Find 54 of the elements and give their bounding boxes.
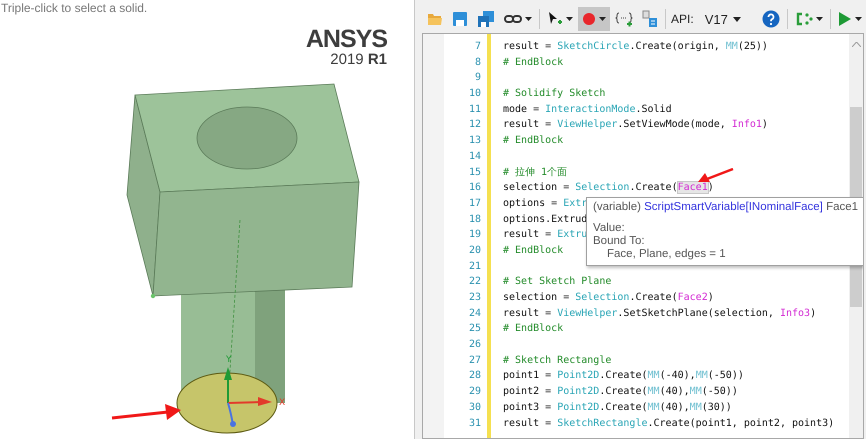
line-number: 12 (468, 118, 482, 132)
line-number: 11 (468, 102, 482, 117)
logo-version: 2019 R1 (330, 52, 387, 68)
code-line: # EndBlock (503, 56, 564, 68)
code-line: # Solidify Sketch (503, 88, 606, 100)
line-number: 20 (468, 244, 482, 258)
code-line: options.Extrud (503, 214, 588, 225)
code-line: # Set Sketch Plane (503, 276, 612, 288)
line-number: 16 (468, 181, 482, 196)
code-line: result = ViewHelper.SetSketchPlane(selection, Info3) (503, 308, 816, 319)
line-number: 10 (468, 87, 482, 102)
line-number: 23 (468, 291, 482, 305)
code-line: point2 = Point2D.Create(MM(40),MM(-50)) (503, 386, 738, 398)
code-line: # EndBlock (503, 244, 564, 256)
line-number: 27 (468, 354, 482, 368)
line-number: 17 (468, 196, 482, 211)
line-number: 14 (468, 150, 482, 164)
code-line: result = ViewHelper.SetViewMode(mode, Info1) (503, 119, 768, 130)
code-line: selection = Selection.Create(Face2) (503, 292, 714, 303)
code-line: mode = InteractionMode.Solid (503, 104, 672, 115)
code-line: result = SketchCircle.Create(origin, MM(25)) (503, 41, 768, 52)
line-number: 25 (468, 322, 482, 336)
tooltip-bound-value: Face, Plane, edges = 1 (606, 248, 727, 262)
line-number: 29 (468, 385, 482, 400)
code-line: point3 = Point2D.Create(MM(40),MM(30)) (503, 402, 732, 413)
line-number: 13 (468, 134, 482, 148)
tooltip-value-label: Value: (593, 222, 626, 236)
code-line: # EndBlock (503, 135, 564, 146)
status-hint: Triple-click to select a solid. (0, 0, 148, 15)
solid-model-drawing: X Y (126, 84, 360, 434)
code-line: # EndBlock (503, 323, 564, 334)
code-line: options = Extr (503, 198, 588, 209)
line-number: 9 (474, 71, 482, 86)
line-number: 22 (468, 275, 482, 290)
tooltip-signature: (variable) ScriptSmartVariable[INominalFace] Face1 (593, 200, 860, 214)
code-line: # 拉伸 1个面 (503, 166, 568, 178)
line-number: 30 (468, 400, 482, 415)
code-line: point1 = Point2D.Create(MM(-40),MM(-50)) (503, 370, 744, 382)
line-number: 21 (468, 260, 482, 274)
line-number: 7 (474, 40, 482, 54)
line-number: 31 (468, 416, 482, 430)
line-number: 26 (468, 338, 482, 352)
code-line: # Sketch Rectangle (503, 354, 612, 366)
tooltip-bound-label: Bound To: (593, 235, 646, 248)
line-number: 19 (468, 228, 482, 242)
line-number: 24 (468, 306, 482, 321)
logo-wordmark: ANSYS (306, 26, 387, 52)
line-number: 18 (468, 212, 482, 227)
code-line: selection = Selection.Create(Face1) (503, 182, 714, 194)
api-label: API: (670, 12, 695, 26)
line-number: 28 (468, 369, 482, 384)
line-number: 15 (468, 166, 482, 180)
code-line: result = SketchRectangle.Create(point1, point2, point3) (503, 418, 834, 428)
line-number: 8 (474, 56, 482, 70)
